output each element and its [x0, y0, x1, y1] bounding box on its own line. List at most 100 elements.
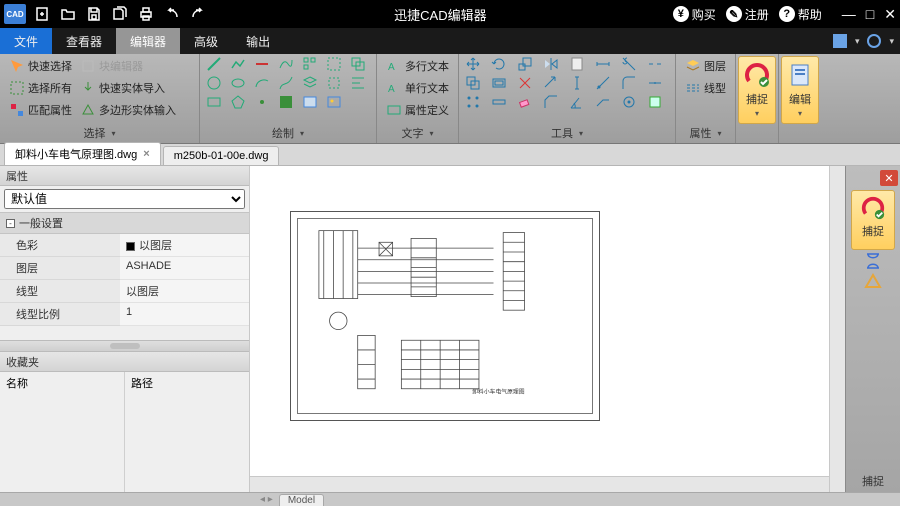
tool-x1-icon[interactable] — [621, 94, 637, 110]
tab-file[interactable]: 文件 — [0, 28, 52, 54]
prop-row-lscale[interactable]: 线型比例 1 — [0, 303, 249, 326]
poly-entity-input-button[interactable]: 多边形实体输入 — [77, 100, 179, 120]
erase-icon[interactable] — [517, 94, 533, 110]
favorites-header: 收藏夹 — [0, 352, 249, 372]
edit-label: 编辑 — [789, 91, 811, 107]
measure-icon[interactable] — [595, 75, 611, 91]
quick-select-button[interactable]: 快速选择 — [6, 56, 75, 76]
spline-icon[interactable] — [278, 56, 294, 72]
copy-rect-icon[interactable] — [350, 56, 366, 72]
block-editor-button[interactable]: 块编辑器 — [77, 56, 179, 76]
redo-icon[interactable] — [188, 4, 208, 24]
model-tab[interactable]: Model — [279, 494, 324, 506]
scale-icon[interactable] — [517, 56, 533, 72]
doc-tab-1-close-icon[interactable]: × — [143, 148, 149, 160]
point-icon[interactable] — [254, 94, 270, 110]
tab-advanced[interactable]: 高级 — [180, 28, 232, 54]
circle-icon[interactable] — [206, 75, 222, 91]
arc-icon[interactable] — [254, 75, 270, 91]
stext-button[interactable]: A单行文本 — [383, 78, 452, 98]
polygon-icon[interactable] — [230, 94, 246, 110]
mirror-icon[interactable] — [543, 56, 559, 72]
undo-icon[interactable] — [162, 4, 182, 24]
fast-entity-import-button[interactable]: 快速实体导入 — [77, 78, 179, 98]
move-icon[interactable] — [465, 56, 481, 72]
line-icon[interactable] — [206, 56, 222, 72]
leader-icon[interactable] — [595, 94, 611, 110]
props-general-header[interactable]: -一般设置 — [0, 212, 249, 234]
rectangle-icon[interactable] — [206, 94, 222, 110]
panel-divider[interactable] — [0, 340, 249, 352]
copy-tool-icon[interactable] — [465, 75, 481, 91]
capture-button[interactable]: 捕捉 ▾ — [738, 56, 776, 124]
polyline-icon[interactable] — [230, 56, 246, 72]
info-icon[interactable] — [867, 34, 881, 48]
dimension-icon[interactable] — [595, 56, 611, 72]
vertical-scrollbar[interactable] — [829, 166, 845, 492]
explode-icon[interactable] — [517, 75, 533, 91]
fillet-icon[interactable] — [621, 75, 637, 91]
drawing-canvas[interactable]: 卸料小车电气原理图 — [250, 166, 900, 492]
doc-tab-1[interactable]: 卸料小车电气原理图.dwg × — [4, 142, 161, 165]
offset-icon[interactable] — [491, 75, 507, 91]
dashed-rect-icon[interactable] — [326, 56, 342, 72]
dashed-rect2-icon[interactable] — [326, 75, 342, 91]
help-link[interactable]: ?帮助 — [779, 6, 822, 23]
horizontal-scrollbar[interactable] — [250, 476, 829, 492]
align-icon[interactable] — [350, 75, 366, 91]
extend-icon[interactable] — [543, 75, 559, 91]
minimize-icon[interactable]: — — [842, 6, 856, 23]
layers-icon[interactable] — [302, 75, 318, 91]
calc-icon[interactable] — [569, 56, 585, 72]
ray-icon[interactable] — [254, 56, 270, 72]
ellipse-icon[interactable] — [230, 75, 246, 91]
rotate-icon[interactable] — [491, 56, 507, 72]
tool-x2-icon[interactable] — [647, 94, 663, 110]
close-icon[interactable]: ✕ — [884, 6, 896, 23]
tab-output[interactable]: 输出 — [232, 28, 284, 54]
select-all-button[interactable]: 选择所有 — [6, 78, 75, 98]
stretch-icon[interactable] — [491, 94, 507, 110]
prop-row-color[interactable]: 色彩 以图层 — [0, 234, 249, 257]
tab-viewer[interactable]: 查看器 — [52, 28, 116, 54]
array-icon[interactable] — [465, 94, 481, 110]
match-props-button[interactable]: 匹配属性 — [6, 100, 75, 120]
prop-row-ltype[interactable]: 线型 以图层 — [0, 280, 249, 303]
triangle-icon[interactable] — [863, 272, 883, 290]
side-capture-button[interactable]: 捕捉 — [851, 190, 895, 250]
document-tabs: 卸料小车电气原理图.dwg × m250b-01-00e.dwg — [0, 144, 900, 166]
register-link[interactable]: ✎注册 — [726, 6, 769, 23]
hatch-icon[interactable] — [278, 94, 294, 110]
mtext-button[interactable]: A多行文本 — [383, 56, 452, 76]
insert-image-icon[interactable] — [326, 94, 342, 110]
attr-def-button[interactable]: 属性定义 — [383, 100, 452, 120]
palette-icon[interactable] — [833, 34, 847, 48]
image-icon[interactable] — [302, 94, 318, 110]
buy-link[interactable]: ¥购买 — [673, 6, 716, 23]
chamfer-icon[interactable] — [543, 94, 559, 110]
maximize-icon[interactable]: □ — [866, 6, 874, 23]
save-icon[interactable] — [84, 4, 104, 24]
layer-button[interactable]: 图层 — [682, 56, 729, 76]
prop-row-layer[interactable]: 图层 ASHADE — [0, 257, 249, 280]
print-icon[interactable] — [136, 4, 156, 24]
hourglass-icon[interactable] — [863, 252, 883, 270]
props-default-select[interactable]: 默认值 — [4, 189, 245, 209]
open-file-icon[interactable] — [58, 4, 78, 24]
freehand-icon[interactable] — [278, 75, 294, 91]
save-all-icon[interactable] — [110, 4, 130, 24]
rect-array-icon[interactable] — [302, 56, 318, 72]
prop-ltype-key: 线型 — [0, 280, 120, 303]
register-label: 注册 — [745, 6, 769, 23]
vdim-icon[interactable] — [569, 75, 585, 91]
break-icon[interactable] — [647, 56, 663, 72]
linetype-button[interactable]: 线型 — [682, 78, 729, 98]
join-icon[interactable] — [647, 75, 663, 91]
new-file-icon[interactable] — [32, 4, 52, 24]
edit-button[interactable]: 编辑 ▾ — [781, 56, 819, 124]
angle-dim-icon[interactable] — [569, 94, 585, 110]
trim-icon[interactable] — [621, 56, 637, 72]
doc-tab-2[interactable]: m250b-01-00e.dwg — [163, 146, 280, 165]
tab-editor[interactable]: 编辑器 — [116, 28, 180, 54]
side-panel-close-icon[interactable]: ✕ — [880, 170, 898, 186]
